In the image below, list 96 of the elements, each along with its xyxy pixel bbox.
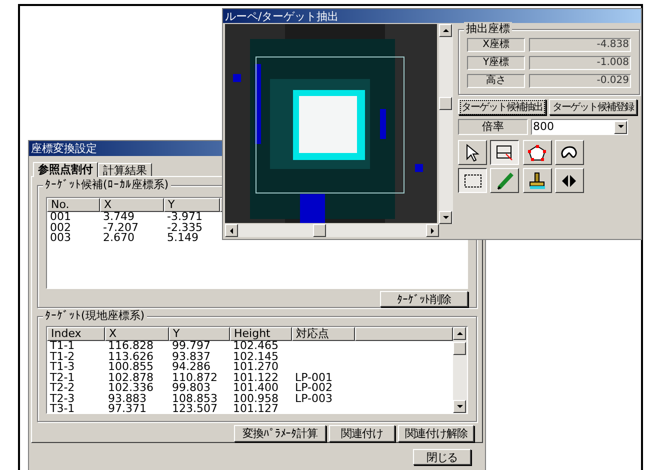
tool-button[interactable]	[490, 140, 520, 165]
list-row[interactable]: T2-3 93.883 108.853 100.958 LP-003	[47, 394, 355, 404]
list-cell-text: 99.803	[172, 383, 210, 394]
group-title: 抽出座標	[464, 22, 512, 36]
column-header[interactable]: X	[100, 198, 164, 212]
list-cell-text: 93.883	[108, 394, 148, 404]
cursor-arrow-icon	[466, 144, 480, 162]
list-cell-text: 110.872	[172, 372, 218, 384]
list-row[interactable]: T3-1 97.371 123.507 101.127	[47, 404, 355, 414]
list-cell-text: T2-1	[50, 372, 76, 384]
list-cell-text: 123.507	[172, 404, 218, 414]
column-header[interactable]: Height	[230, 327, 292, 342]
push-button[interactable]: ターゲット候補抽出	[458, 99, 546, 115]
list-cell-text: 97.371	[108, 404, 148, 414]
list-cell-text: 100.958	[233, 394, 280, 404]
window-title: ルーペ/ターゲット抽出	[225, 10, 339, 22]
list-cell-text: T2-2	[50, 383, 76, 394]
zoom-select[interactable]: 800	[531, 119, 628, 135]
lasso-icon	[560, 146, 578, 160]
list-cell-text: -3.971	[167, 212, 204, 222]
column-header[interactable]: Y	[164, 198, 220, 212]
list-cell-text: 3.749	[103, 212, 134, 222]
list-cell-text: 101.122	[233, 372, 280, 384]
list-row[interactable]: T1-2 113.626 93.837 102.145	[47, 352, 355, 362]
list-cell-text: T3-1	[50, 404, 76, 414]
list-row[interactable]: T2-2 102.336 99.803 101.400 LP-002	[47, 383, 355, 394]
list-cell-text: LP-002	[295, 383, 334, 394]
window-title: 座標変換設定	[31, 142, 97, 155]
stamp-icon	[528, 172, 546, 190]
list-cell-text: 102.145	[233, 352, 280, 362]
push-button[interactable]: 閉じる	[413, 449, 471, 465]
push-button[interactable]: 関連付け	[329, 425, 395, 442]
list-cell-text: 101.270	[233, 362, 280, 373]
list-cell-text: -7.207	[103, 222, 140, 233]
push-button[interactable]: 関連付け解除	[398, 425, 474, 442]
list-cell-text: 102.878	[108, 372, 154, 384]
list-cell-text: 2.670	[103, 233, 134, 244]
push-button[interactable]: 変換ﾊﾟﾗﾒｰﾀ計算	[234, 425, 326, 442]
list-cell-text: 5.149	[167, 233, 198, 244]
group-title: ﾀｰｹﾞｯﾄ(現地座標系)	[43, 309, 147, 324]
list-row[interactable]: 001 3.749 -3.971	[47, 212, 220, 222]
list-cell-text: 99.797	[172, 341, 212, 352]
field-label: 倍率	[458, 119, 528, 135]
field-label: X座標	[467, 38, 525, 52]
push-button[interactable]: ﾀｰｹﾞｯﾄ削除	[380, 291, 468, 307]
column-header[interactable]: X	[105, 327, 169, 342]
scroll-thumb[interactable]	[313, 224, 326, 237]
column-header[interactable]: No.	[47, 198, 100, 212]
list-row[interactable]: 003 2.670 5.149	[47, 233, 220, 244]
list-row[interactable]: T2-1 102.878 110.872 101.122 LP-001	[47, 372, 355, 384]
tool-button[interactable]	[458, 168, 487, 193]
dashed-rectangle-icon	[464, 174, 482, 188]
field-label: 高さ	[467, 74, 525, 88]
list-cell-text: 116.828	[108, 341, 154, 352]
horizontal-scrollbar[interactable]	[225, 224, 439, 237]
list-cell-text: T2-3	[50, 394, 76, 404]
list-row[interactable]: 002 -7.207 -2.335	[47, 222, 220, 233]
pen-icon	[496, 172, 514, 190]
scroll-thumb[interactable]	[439, 97, 452, 110]
list-cell-text: 94.286	[172, 362, 210, 373]
polygon-icon	[528, 144, 546, 160]
value-field: -1.008	[529, 56, 631, 70]
list-cell-text: 002	[50, 222, 72, 233]
list-cell-text: T1-3	[50, 362, 76, 373]
tab[interactable]: 計算結果	[98, 163, 152, 176]
list-row[interactable]: T1-3 100.855 94.286 101.270	[47, 362, 355, 373]
tab[interactable]: 参照点割付	[33, 162, 98, 177]
left-right-arrows-icon	[562, 174, 576, 186]
column-header[interactable]: 対応点	[292, 327, 355, 342]
scroll-thumb[interactable]	[453, 342, 466, 356]
column-header[interactable]: Index	[47, 327, 105, 342]
list-cell-text: 93.837	[172, 352, 212, 362]
list-cell-text: LP-003	[295, 394, 334, 404]
group-title: ﾀｰｹﾞｯﾄ候補(ﾛｰｶﾙ座標系)	[43, 178, 171, 192]
list-cell-text: 100.855	[108, 362, 154, 373]
list-cell-text: 001	[50, 212, 72, 222]
vertical-scrollbar[interactable]	[439, 24, 453, 224]
list-cell-text: LP-001	[295, 372, 334, 384]
column-header[interactable]: Y	[169, 327, 230, 342]
list-cell-text: -2.335	[167, 222, 204, 233]
list-row[interactable]: T1-1 116.828 99.797 102.465	[47, 341, 355, 352]
push-button[interactable]: ターゲット候補登録	[549, 99, 637, 115]
list-cell-text: 003	[50, 233, 72, 244]
value-field: -4.838	[529, 38, 631, 52]
selection-rectangle-icon	[496, 144, 514, 160]
list-cell-text: 101.400	[233, 383, 280, 394]
list-cell-text: T1-2	[50, 352, 76, 362]
list-cell-text: 113.626	[108, 352, 154, 362]
list-cell-text: T1-1	[50, 341, 76, 352]
vertical-scrollbar[interactable]	[453, 327, 467, 414]
value-field: -0.029	[529, 74, 631, 88]
list-cell-text: 101.127	[233, 404, 280, 414]
list-cell-text: 102.336	[108, 383, 154, 394]
list-cell-text: 102.465	[233, 341, 280, 352]
list-cell-text: 108.853	[172, 394, 218, 404]
field-label: Y座標	[467, 56, 525, 70]
